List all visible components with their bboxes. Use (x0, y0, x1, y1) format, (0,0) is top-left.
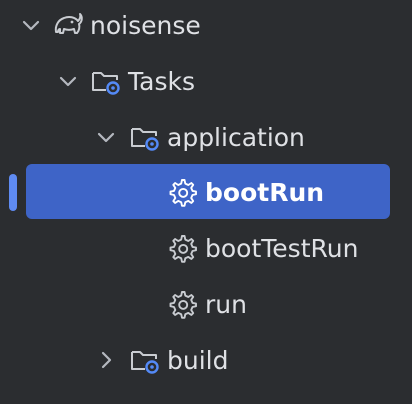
tree-item-label: bootRun (205, 178, 325, 207)
task-folder-icon (128, 120, 162, 154)
tree-item-build[interactable]: build (0, 332, 412, 388)
tree-item-boottestrun[interactable]: bootTestRun (0, 220, 412, 276)
chevron-right-icon[interactable] (96, 350, 116, 370)
tree-item-tasks[interactable]: Tasks (0, 53, 412, 109)
tree-item-application[interactable]: application (0, 109, 412, 165)
tree-item-label: build (167, 346, 229, 375)
tree-item-run[interactable]: run (0, 276, 412, 332)
tree-item-bootrun[interactable]: bootRun (0, 164, 412, 220)
task-folder-icon (128, 343, 162, 377)
chevron-down-icon[interactable] (96, 127, 116, 147)
gear-icon (165, 287, 199, 321)
tree-item-label: Tasks (128, 67, 195, 96)
gradle-elephant-icon (50, 8, 84, 42)
tree-item-noisense[interactable]: noisense (0, 0, 412, 53)
tree-item-label: application (167, 123, 305, 152)
tree-item-label: noisense (90, 11, 201, 40)
tree-item-label: run (205, 290, 247, 319)
gear-icon (165, 175, 199, 209)
chevron-down-icon[interactable] (21, 15, 41, 35)
task-folder-icon (89, 64, 123, 98)
gear-icon (165, 231, 199, 265)
tree-item-label: bootTestRun (205, 234, 359, 263)
chevron-down-icon[interactable] (58, 71, 78, 91)
